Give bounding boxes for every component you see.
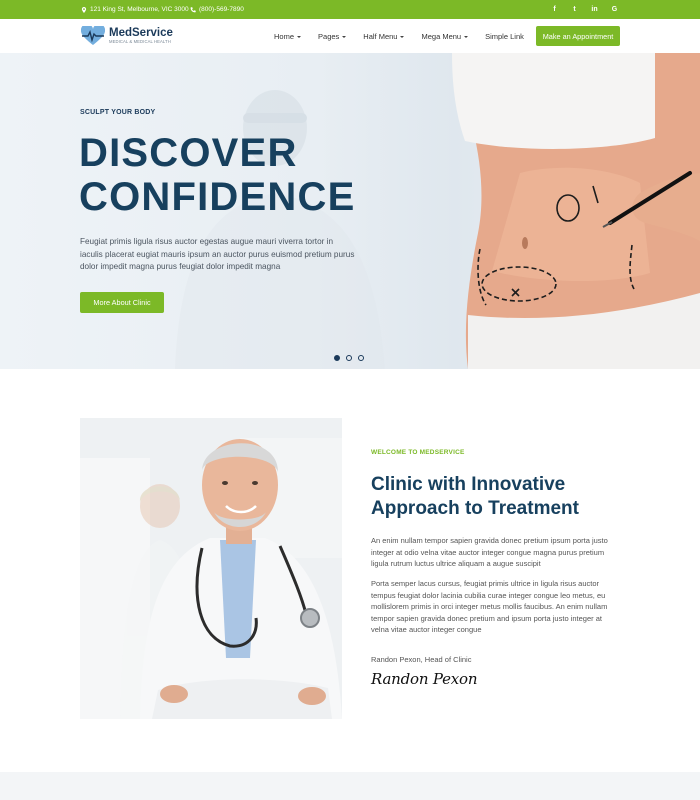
chevron-down-icon xyxy=(464,35,469,38)
address-info: 121 King St, Melbourne, VIC 3000 xyxy=(81,0,189,19)
facebook-icon[interactable]: f xyxy=(551,6,558,13)
signature-caption: Randon Pexon, Head of Clinic xyxy=(371,655,472,664)
hero-eyebrow: SCULPT YOUR BODY xyxy=(80,109,156,116)
hero-title-line-2: CONFIDENCE xyxy=(79,175,356,219)
brand-tagline: MEDICAL & MEDICAL HEALTH xyxy=(109,38,171,44)
appointment-button[interactable]: Make an Appointment xyxy=(536,26,620,46)
chevron-down-icon xyxy=(400,35,405,38)
nav-home-label: Home xyxy=(274,31,295,41)
handwritten-signature: Randon Pexon xyxy=(371,670,478,688)
about-paragraph-2: Porta semper lacus cursus, feugiat primi… xyxy=(371,579,608,634)
slide-dot-3[interactable] xyxy=(358,355,364,361)
address-text: 121 King St, Melbourne, VIC 3000 xyxy=(90,6,189,13)
nav-half-menu-label: Half Menu xyxy=(363,31,398,41)
top-bar: 121 King St, Melbourne, VIC 3000 (800)-5… xyxy=(0,0,700,19)
heart-pulse-icon xyxy=(81,26,105,45)
about-paragraph-1: An enim nullam tempor sapien gravida don… xyxy=(371,536,608,568)
brand-logo[interactable]: MedService MEDICAL & MEDICAL HEALTH xyxy=(81,26,173,46)
twitter-icon[interactable]: t xyxy=(571,6,578,13)
nav-mega-menu[interactable]: Mega Menu xyxy=(421,31,469,41)
about-heading: Clinic with Innovative Approach to Treat… xyxy=(371,473,671,521)
phone-info: (800)-569-7890 xyxy=(190,0,244,19)
about-eyebrow: WELCOME TO MEDSERVICE xyxy=(371,449,465,456)
nav-simple-link[interactable]: Simple Link xyxy=(485,32,524,41)
location-pin-icon xyxy=(81,6,87,13)
hero-slider: SCULPT YOUR BODY DISCOVER CONFIDENCE Feu… xyxy=(0,53,700,369)
nav-half-menu[interactable]: Half Menu xyxy=(363,31,405,41)
phone-icon xyxy=(190,6,196,12)
nav-mega-menu-label: Mega Menu xyxy=(421,31,462,41)
main-nav: Home Pages Half Menu Mega Menu Simple Li… xyxy=(274,19,524,53)
next-section-band xyxy=(0,772,700,800)
doctor-illustration xyxy=(80,418,342,719)
nav-simple-link-label: Simple Link xyxy=(485,31,524,41)
main-header: MedService MEDICAL & MEDICAL HEALTH Home… xyxy=(0,19,700,53)
social-links: f t in G xyxy=(551,0,618,19)
slider-pagination xyxy=(334,355,364,361)
nav-pages-label: Pages xyxy=(318,31,340,41)
hero-description: Feugiat primis ligula risus auctor egest… xyxy=(80,237,355,272)
more-about-clinic-button[interactable]: More About Clinic xyxy=(80,292,164,313)
nav-pages[interactable]: Pages xyxy=(318,31,347,41)
linkedin-icon[interactable]: in xyxy=(591,6,598,13)
chevron-down-icon xyxy=(297,35,302,38)
doctor-photo xyxy=(80,418,342,719)
google-icon[interactable]: G xyxy=(611,6,618,13)
brand-name: MedService xyxy=(109,26,173,39)
slide-dot-1[interactable] xyxy=(334,355,340,361)
hero-title: DISCOVER CONFIDENCE xyxy=(79,131,355,219)
slide-dot-2[interactable] xyxy=(346,355,352,361)
phone-text[interactable]: (800)-569-7890 xyxy=(199,6,244,13)
nav-home[interactable]: Home xyxy=(274,31,302,41)
chevron-down-icon xyxy=(342,35,347,38)
hero-title-line-1: DISCOVER xyxy=(79,131,298,175)
about-heading-line-1: Clinic with Innovative xyxy=(371,474,566,495)
about-heading-line-2: Approach to Treatment xyxy=(371,498,579,519)
